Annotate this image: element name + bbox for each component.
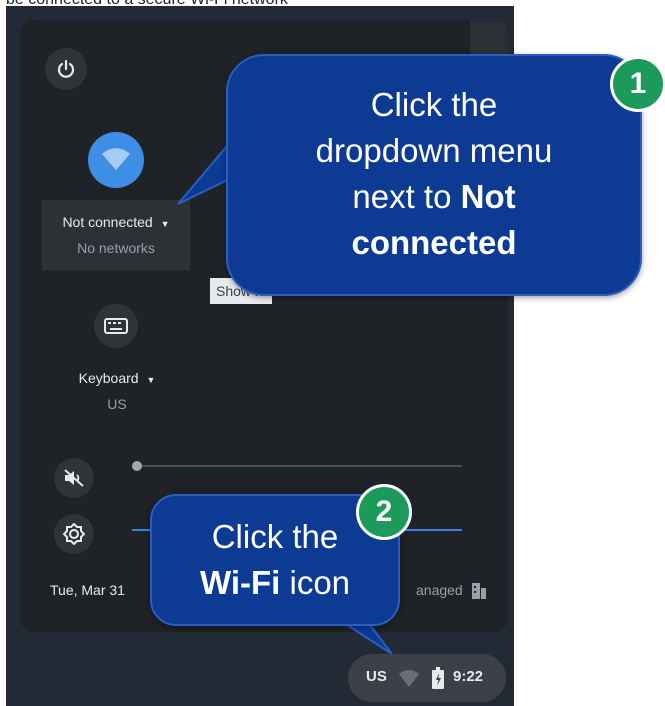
callout-2-line2: Wi-Fi icon (152, 560, 398, 606)
callout-1-line4: connected (228, 220, 640, 266)
step-1-badge: 1 (610, 56, 665, 112)
callout-1-line3-bold: Not (460, 178, 516, 215)
callout-2-line2-suffix: icon (280, 564, 351, 601)
callout-1-line1: Click the (370, 86, 498, 123)
callout-1-line3-prefix: next to (352, 178, 461, 215)
callout-step-1: Click the dropdown menu next to Not conn… (226, 54, 642, 296)
callout-2-line2-bold: Wi-Fi (199, 564, 281, 601)
callout-1-line3: next to Not (228, 174, 640, 220)
callout-1-line2: dropdown menu (315, 132, 553, 169)
callout-1-line4-bold: connected (351, 224, 517, 261)
step-2-badge: 2 (356, 484, 412, 540)
